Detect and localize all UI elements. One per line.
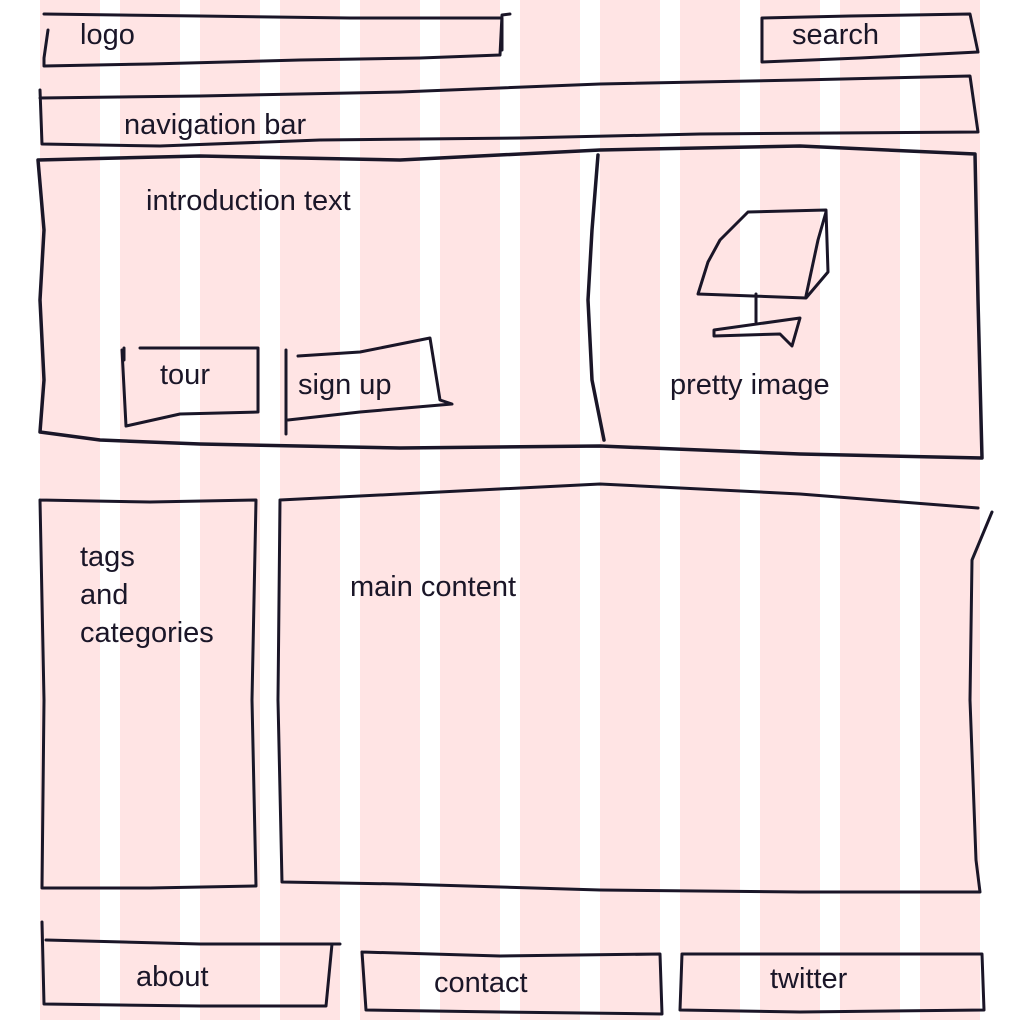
pretty-image-label: pretty image	[670, 369, 830, 401]
main-content-box	[276, 482, 994, 894]
hero-divider	[586, 153, 606, 442]
tags-categories-label: tags and categories	[80, 541, 214, 649]
tour-button[interactable]: tour	[160, 356, 210, 394]
twitter-link[interactable]: twitter	[770, 960, 847, 998]
nav-bar-label: navigation bar	[124, 109, 307, 141]
search-input[interactable]: search	[792, 16, 879, 54]
signup-button[interactable]: sign up	[298, 366, 392, 404]
intro-text: introduction text	[146, 185, 351, 217]
about-link[interactable]: about	[136, 958, 209, 996]
sketch-outlines	[36, 12, 994, 1016]
logo[interactable]: logo	[80, 16, 135, 54]
main-content-label: main content	[350, 571, 517, 603]
contact-link[interactable]: contact	[434, 964, 528, 1002]
monitor-icon	[696, 208, 830, 348]
wireframe-sketch: logo search navigation bar introduction …	[0, 0, 1020, 1020]
